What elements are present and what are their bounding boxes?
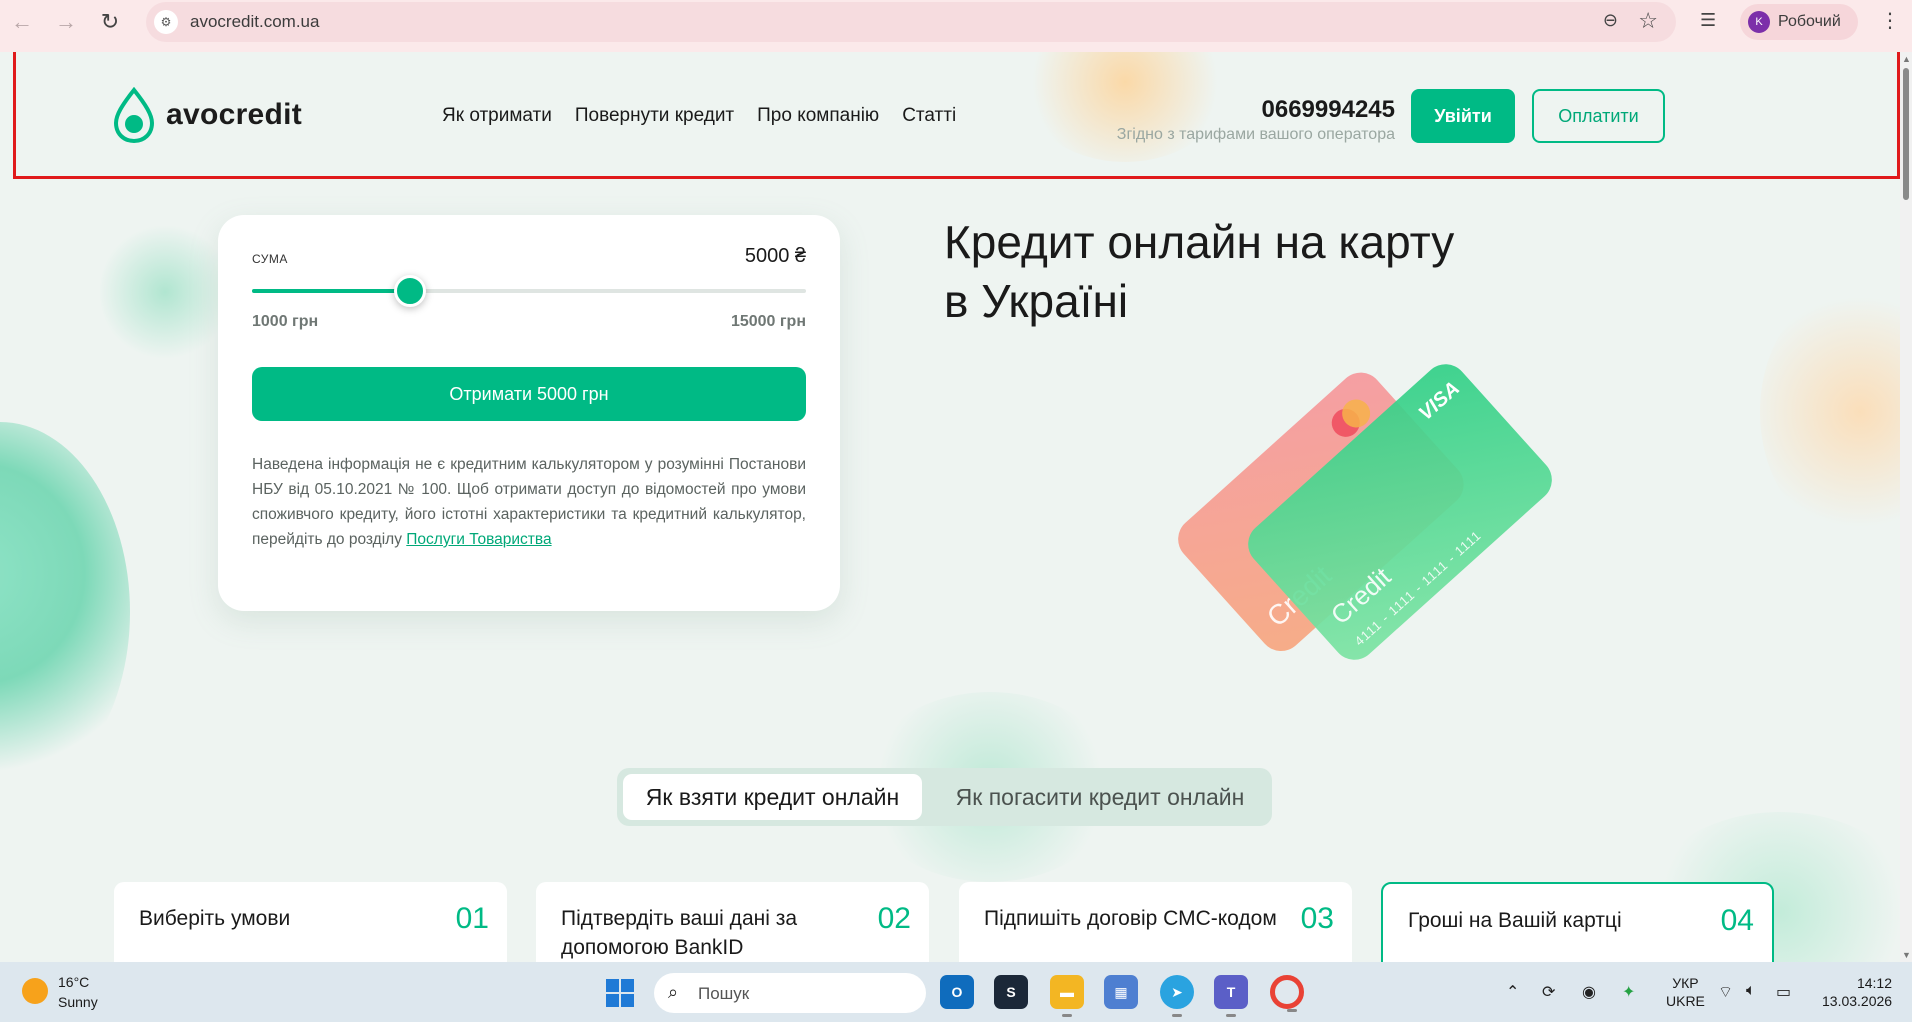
- nav-about-company[interactable]: Про компанію: [757, 105, 879, 127]
- credit-cards-illustration: Credit VISA Credit 4111 - 1111 - 1111 - …: [1178, 364, 1552, 660]
- disclaimer-text: Наведена інформація не є кредитним кальк…: [252, 452, 806, 552]
- scroll-thumb[interactable]: [1903, 68, 1909, 200]
- phone-block: 0669994245 Згідно з тарифами вашого опер…: [1117, 96, 1395, 144]
- profile-avatar: K: [1748, 11, 1770, 33]
- telegram-icon[interactable]: ➤: [1160, 975, 1194, 1017]
- site-info-icon[interactable]: ⚙: [154, 10, 178, 34]
- network-app-icon[interactable]: ◉: [1582, 982, 1596, 1002]
- tab-how-to-repay[interactable]: Як погасити кредит онлайн: [935, 774, 1265, 820]
- services-link[interactable]: Послуги Товариства: [406, 531, 551, 548]
- weather-condition[interactable]: Sunny: [58, 994, 98, 1010]
- sun-icon[interactable]: [22, 978, 48, 1004]
- step-number: 01: [455, 902, 489, 935]
- nav-articles[interactable]: Статті: [902, 105, 956, 127]
- browser-toolbar: ← → ↻ ⚙ avocredit.com.ua ⊖ ☆ ☰ K Робочий…: [0, 0, 1912, 52]
- amount-slider[interactable]: [252, 275, 806, 307]
- wifi-icon[interactable]: ⌔: [1718, 982, 1733, 1002]
- amount-value: 5000 ₴: [744, 245, 806, 267]
- steam-icon[interactable]: S: [994, 975, 1028, 1009]
- back-icon[interactable]: ←: [8, 8, 36, 36]
- step-number: 03: [1300, 902, 1334, 935]
- step-title: Підтвердіть ваші дані за допомогою BankI…: [561, 907, 798, 959]
- file-explorer-icon[interactable]: ▬: [1050, 975, 1084, 1017]
- nav-how-to-get[interactable]: Як отримати: [442, 105, 552, 127]
- hero-title: Кредит онлайн на карту в Україні: [944, 216, 1455, 327]
- site-logo[interactable]: avocredit: [112, 87, 302, 143]
- step-title: Підпишіть договір СМС-кодом: [984, 907, 1277, 930]
- avocado-logo-icon: [113, 87, 155, 143]
- volume-icon[interactable]: 🔈︎: [1746, 982, 1756, 1000]
- main-nav: Як отримати Повернути кредит Про компані…: [442, 105, 956, 127]
- outlook-icon[interactable]: O: [940, 975, 974, 1009]
- scroll-down-icon[interactable]: ▼: [1902, 950, 1911, 960]
- profile-button[interactable]: K Робочий: [1740, 4, 1858, 40]
- amount-min-label: 1000 грн: [252, 313, 319, 330]
- chrome-icon[interactable]: [1270, 975, 1304, 1012]
- lang-line2: UKRE: [1666, 993, 1705, 1009]
- decor-blob: [100, 222, 230, 362]
- step-title: Виберіть умови: [139, 907, 291, 930]
- tab-how-to-get[interactable]: Як взяти кредит онлайн: [623, 774, 922, 820]
- reading-list-icon[interactable]: ☰: [1700, 10, 1716, 31]
- phone-note: Згідно з тарифами вашого оператора: [1116, 126, 1395, 143]
- forward-icon[interactable]: →: [52, 8, 80, 36]
- page-scrollbar[interactable]: ▲ ▼: [1900, 52, 1912, 962]
- system-clock[interactable]: 14:12 13.03.2026: [1822, 974, 1892, 1010]
- step-number: 04: [1720, 904, 1754, 937]
- slider-fill: [252, 289, 411, 293]
- amount-label: СУМА: [252, 252, 288, 266]
- profile-name: Робочий: [1778, 13, 1841, 30]
- input-language[interactable]: УКР UKRE: [1666, 974, 1705, 1010]
- clock-date: 13.03.2026: [1822, 993, 1893, 1009]
- search-placeholder: Пошук: [698, 984, 750, 1003]
- decor-blob: [0, 422, 130, 802]
- browser-menu-icon[interactable]: ⋮: [1880, 8, 1900, 33]
- address-bar[interactable]: ⚙ avocredit.com.ua ⊖ ☆: [146, 2, 1676, 42]
- tray-overflow-icon[interactable]: ⌃: [1506, 982, 1519, 1002]
- step-card: Підпишіть договір СМС-кодом 03: [959, 882, 1352, 962]
- lang-line1: УКР: [1672, 975, 1699, 991]
- how-to-tabs: Як взяти кредит онлайн Як погасити креди…: [617, 768, 1272, 826]
- reload-icon[interactable]: ↻: [96, 8, 124, 36]
- step-title: Гроші на Вашій картці: [1408, 909, 1622, 932]
- url-text[interactable]: avocredit.com.ua: [190, 12, 319, 32]
- search-icon: ⌕: [668, 982, 679, 1002]
- windows-taskbar: 16°C Sunny ⌕ Пошук O S ▬ ▦ ➤ T ⌃ ⟳ ◉ ✦ У…: [0, 962, 1912, 1022]
- battery-icon[interactable]: ▭: [1776, 982, 1791, 1002]
- amount-max-label: 15000 грн: [730, 313, 806, 330]
- bookmark-star-icon[interactable]: ☆: [1638, 8, 1658, 34]
- sync-icon[interactable]: ⟳: [1542, 982, 1555, 1002]
- teams-icon[interactable]: T: [1214, 975, 1248, 1017]
- loan-calculator: СУМА 5000 ₴ 1000 грн 15000 грн Отримати …: [218, 215, 840, 611]
- pay-button[interactable]: Оплатити: [1532, 89, 1665, 143]
- step-number: 02: [877, 902, 911, 935]
- step-card: Підтвердіть ваші дані за допомогою BankI…: [536, 882, 929, 962]
- page-viewport: avocredit Як отримати Повернути кредит П…: [0, 52, 1900, 962]
- scroll-up-icon[interactable]: ▲: [1902, 54, 1911, 64]
- razer-icon[interactable]: ✦: [1622, 982, 1635, 1002]
- phone-number[interactable]: 0669994245: [1117, 96, 1395, 124]
- zoom-icon[interactable]: ⊖: [1603, 10, 1618, 31]
- taskbar-search[interactable]: ⌕ Пошук: [654, 973, 926, 1013]
- step-card: Гроші на Вашій картці 04: [1381, 882, 1774, 962]
- nav-repay-credit[interactable]: Повернути кредит: [575, 105, 734, 127]
- site-header: avocredit Як отримати Повернути кредит П…: [0, 52, 1900, 179]
- get-loan-button[interactable]: Отримати 5000 грн: [252, 367, 806, 421]
- slider-thumb[interactable]: [394, 275, 427, 307]
- clock-time: 14:12: [1856, 975, 1892, 991]
- login-button[interactable]: Увійти: [1411, 89, 1515, 143]
- windows-start-icon[interactable]: [606, 979, 634, 1007]
- logo-text: avocredit: [166, 98, 303, 131]
- weather-temp[interactable]: 16°C: [58, 974, 89, 990]
- store-icon[interactable]: ▦: [1104, 975, 1138, 1009]
- step-card: Виберіть умови 01: [114, 882, 507, 962]
- decor-blob: [1760, 282, 1900, 542]
